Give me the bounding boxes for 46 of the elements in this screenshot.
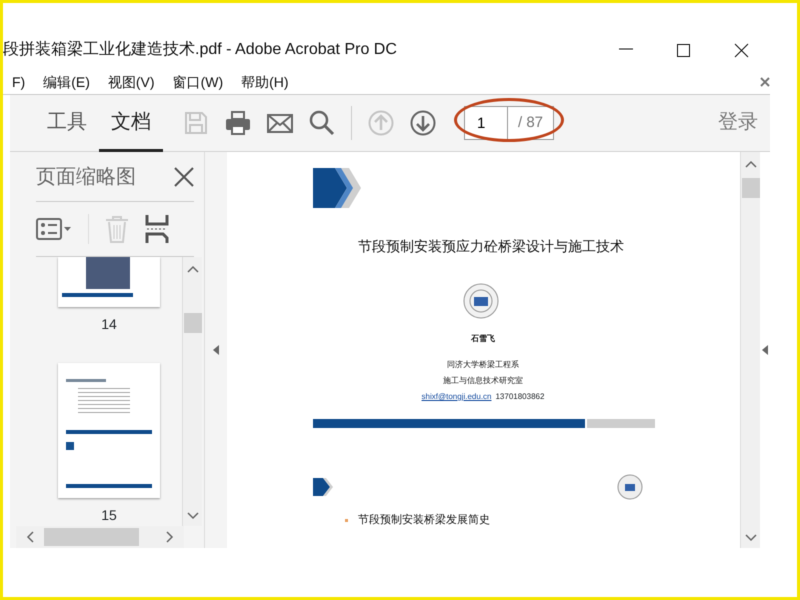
affiliation-text: 同济大学桥梁工程系 xyxy=(446,359,520,371)
search-icon[interactable] xyxy=(309,110,335,136)
scroll-right-icon[interactable] xyxy=(166,531,174,543)
scroll-down-icon[interactable] xyxy=(744,534,756,542)
sign-in-link[interactable]: 登录 xyxy=(706,94,770,152)
scrollbar-thumb[interactable] xyxy=(742,178,760,198)
close-icon[interactable] xyxy=(174,166,194,186)
insert-page-icon[interactable] xyxy=(145,214,169,244)
scroll-left-icon[interactable] xyxy=(26,531,34,543)
menu-item[interactable]: 编辑(E) xyxy=(34,72,99,92)
chevron-icon xyxy=(313,478,333,496)
page-number-field[interactable]: 1 xyxy=(464,106,508,140)
menu-item[interactable]: 窗口(W) xyxy=(164,72,232,92)
close-icon[interactable] xyxy=(734,42,748,58)
scroll-up-icon[interactable] xyxy=(744,160,756,168)
university-seal-icon xyxy=(617,474,643,500)
scrollbar-thumb[interactable] xyxy=(184,313,202,333)
email-link[interactable]: shixf@tongji.edu.cn xyxy=(422,391,492,403)
page-thumbnail[interactable] xyxy=(58,257,160,307)
page-total: / 87 xyxy=(508,106,554,140)
window-title: 段拼装箱梁工业化建造技术.pdf - Adobe Acrobat Pro DC xyxy=(3,40,398,60)
page-number: 14 xyxy=(100,315,118,334)
bullet-text: 节段预制安装桥梁发展简史 xyxy=(358,512,490,528)
menu-item[interactable]: 帮助(H) xyxy=(232,72,298,92)
menu-item[interactable]: F) xyxy=(3,72,34,92)
page-number: 15 xyxy=(100,506,118,525)
collapse-arrow-icon[interactable] xyxy=(213,345,219,355)
phone-number: 13701803862 xyxy=(495,391,544,403)
page-thumbnail[interactable] xyxy=(58,363,160,498)
collapse-arrow-icon[interactable] xyxy=(762,345,768,355)
scrollbar-thumb[interactable] xyxy=(44,528,139,546)
options-icon[interactable] xyxy=(36,217,72,241)
scroll-down-icon[interactable] xyxy=(186,512,198,520)
scroll-up-icon[interactable] xyxy=(186,265,198,273)
university-seal-icon xyxy=(463,283,499,319)
author-name: 石雪飞 xyxy=(470,333,496,345)
slide-title: 节段预制安装预应力砼桥梁设计与施工技术 xyxy=(358,237,625,256)
divider-bar-segment xyxy=(587,419,655,428)
maximize-icon[interactable] xyxy=(676,42,690,58)
tab[interactable]: 工具 xyxy=(35,94,99,152)
menu-item[interactable]: 视图(V) xyxy=(98,72,164,92)
bullet-icon xyxy=(345,518,348,522)
panel-title: 页面缩略图 xyxy=(36,164,137,190)
print-icon[interactable] xyxy=(225,110,251,136)
affiliation-text: 施工与信息技术研究室 xyxy=(442,375,524,387)
chevron-banner-drawing xyxy=(313,168,363,208)
